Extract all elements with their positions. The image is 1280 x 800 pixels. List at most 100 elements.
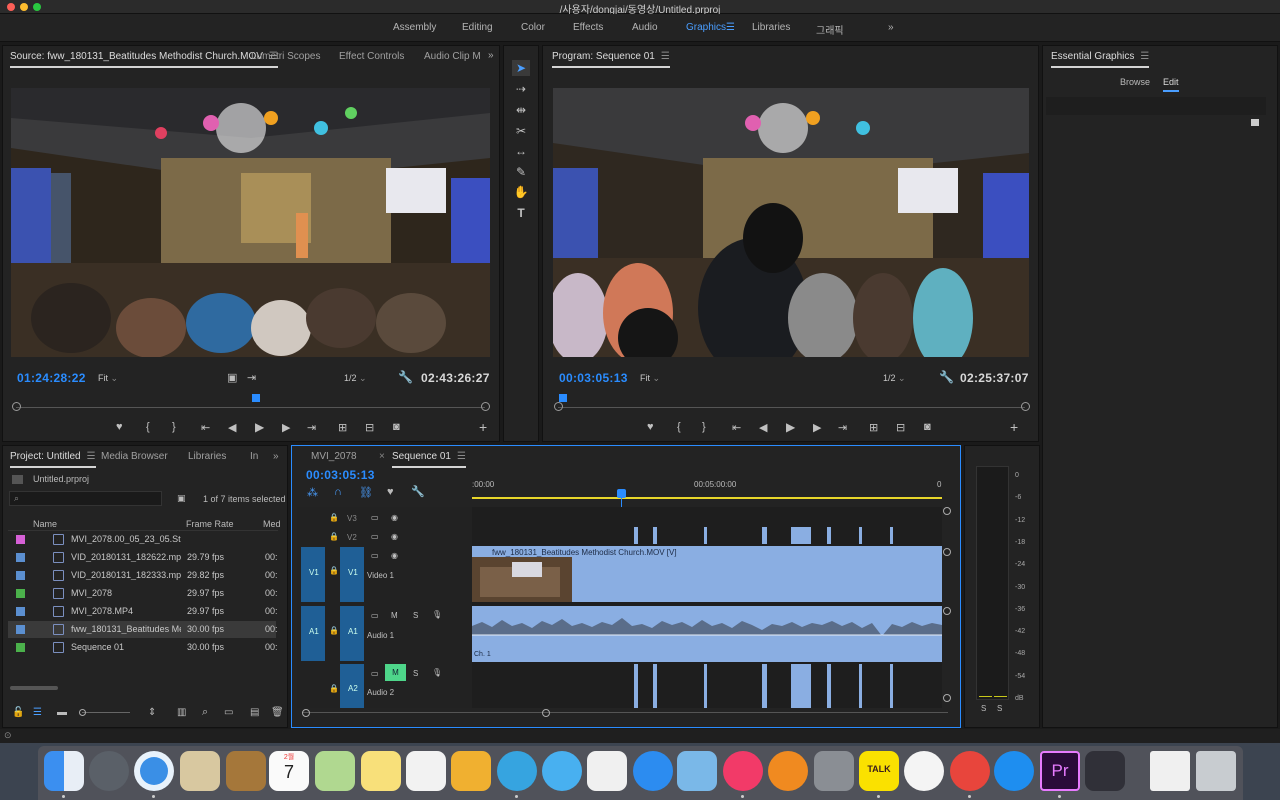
wrench-icon[interactable]: 🔧 [939,370,954,384]
program-zoom-select[interactable]: Fit [640,373,660,384]
v2-clip[interactable] [653,527,657,544]
documents-stack-icon[interactable] [1150,751,1190,791]
solo-button[interactable]: S [413,611,418,620]
drag-audio-icon[interactable]: ⇥ [247,371,256,384]
export-frame-icon[interactable]: ◙ [393,421,400,433]
wrench-icon[interactable]: 🔧 [398,370,413,384]
trash-icon[interactable]: 🗑 [271,707,284,718]
label-color-swatch[interactable] [16,535,25,544]
workspace-graphics[interactable]: Graphics [686,22,726,33]
go-to-out-icon[interactable]: ⇥ [307,421,316,434]
project-list-item[interactable]: VID_20180131_182333.mp4 29.82 fps 00: [8,567,278,584]
contacts-icon[interactable] [226,751,266,791]
add-marker-icon[interactable]: ♥ [116,421,123,433]
mute-button[interactable]: M [391,611,398,620]
vertical-zoom-handle[interactable] [943,607,951,615]
a2-clip[interactable] [859,664,862,708]
slip-tool-icon[interactable]: ↔ [512,143,530,159]
solo-left-button[interactable]: S [981,704,986,713]
source-playhead[interactable] [252,394,260,402]
a2-clip[interactable] [827,664,831,708]
icon-view-icon[interactable]: ▬ [57,707,67,718]
timeline-playhead-handle[interactable] [617,489,626,498]
keynote-icon[interactable] [677,751,717,791]
source-track-a1[interactable]: A1 [301,606,325,661]
workspace-menu-icon[interactable]: ☰ [726,22,735,33]
project-list-item[interactable]: fww_180131_Beatitudes Methodist Church.M… [8,621,278,638]
workspace-libraries[interactable]: Libraries [752,22,790,33]
scroll-handle-right[interactable] [542,709,550,717]
mark-in-icon[interactable]: { [677,421,681,433]
launchpad-icon[interactable] [89,751,129,791]
system-preferences-icon[interactable] [814,751,854,791]
project-list-item[interactable]: MVI_2078.00_05_23_05.Still [8,531,276,548]
label-color-swatch[interactable] [16,643,25,652]
lock-track-icon[interactable]: 🔒 [329,566,339,575]
program-resolution-select[interactable]: 1/2 [883,373,906,384]
label-color-swatch[interactable] [16,553,25,562]
source-track-v1[interactable]: V1 [301,547,325,602]
tab-effect-controls[interactable]: Effect Controls [339,51,404,62]
tab-media-browser[interactable]: Media Browser [101,451,168,462]
linked-selection-icon[interactable]: ⛓ [359,486,373,499]
vertical-zoom-handle[interactable] [943,694,951,702]
workspace-audio[interactable]: Audio [632,22,658,33]
source-timecode-current[interactable]: 01:24:28:22 [17,371,86,385]
panel-overflow-icon[interactable]: » [488,50,494,61]
column-name[interactable]: Name [33,519,57,529]
sync-lock-icon[interactable]: ▭ [371,611,379,620]
tab-libraries[interactable]: Libraries [188,451,226,462]
workspace-graphics-ko[interactable]: 그래픽 [816,22,844,37]
program-playhead[interactable] [559,394,567,402]
list-view-icon[interactable]: ☰ [33,707,42,718]
go-to-in-icon[interactable]: ⇤ [201,421,210,434]
eye-icon[interactable]: ◉ [391,532,398,541]
itunes-icon[interactable] [723,751,763,791]
go-to-in-icon[interactable]: ⇤ [732,421,741,434]
label-color-swatch[interactable] [16,571,25,580]
project-list-item[interactable]: VID_20180131_182622.mp4 29.79 fps 00: [8,549,278,566]
source-zoom-select[interactable]: Fit [98,373,118,384]
microphone-icon[interactable]: 🎙 [432,610,442,619]
a2-clip[interactable] [653,664,657,708]
step-back-icon[interactable]: ◀ [759,421,767,434]
lock-track-icon[interactable]: 🔒 [329,684,339,693]
mark-in-icon[interactable]: { [146,421,150,433]
eye-icon[interactable]: ◉ [391,551,398,560]
program-zoom-handle-right[interactable] [1021,402,1030,411]
a2-clip[interactable] [634,664,638,708]
sync-lock-icon[interactable]: ▭ [371,551,379,560]
panel-menu-icon[interactable]: ☰ [661,51,670,62]
track-target-v1[interactable]: V1 [340,547,364,602]
column-media[interactable]: Med [263,519,281,529]
notes-icon[interactable] [361,751,401,791]
chrome-icon[interactable] [950,751,990,791]
work-area-bar[interactable] [472,497,942,499]
solo-button[interactable]: S [413,669,418,678]
wrench-icon[interactable]: 🔧 [411,485,425,498]
zoom-slider[interactable] [82,712,130,713]
razor-tool-icon[interactable]: ✂ [512,123,530,139]
audio-clip-a1[interactable]: Ch. 1 [472,606,942,662]
new-layer-icon[interactable] [1251,119,1259,126]
mark-out-icon[interactable]: } [172,421,176,433]
trash-icon[interactable] [1196,751,1236,791]
mark-out-icon[interactable]: } [702,421,706,433]
panel-overflow-icon[interactable]: » [273,451,279,462]
workspace-effects[interactable]: Effects [573,22,603,33]
v2-clip[interactable] [791,527,811,544]
app-store-icon[interactable] [633,751,673,791]
source-zoom-handle-left[interactable] [12,402,21,411]
tab-source[interactable]: Source: fww_180131_Beatitudes Methodist … [10,51,278,68]
track-select-tool-icon[interactable]: ⇢ [512,81,530,97]
finder-icon[interactable] [44,751,84,791]
final-cut-pro-icon[interactable] [1085,751,1125,791]
label-color-swatch[interactable] [16,589,25,598]
vertical-zoom-handle[interactable] [943,548,951,556]
numbers-icon[interactable] [587,751,627,791]
drag-video-icon[interactable]: ▣ [227,371,237,384]
lift-icon[interactable]: ⊞ [869,421,878,434]
overwrite-icon[interactable]: ⊟ [365,421,374,434]
messages-icon[interactable] [542,751,582,791]
program-timecode-current[interactable]: 00:03:05:13 [559,371,628,385]
